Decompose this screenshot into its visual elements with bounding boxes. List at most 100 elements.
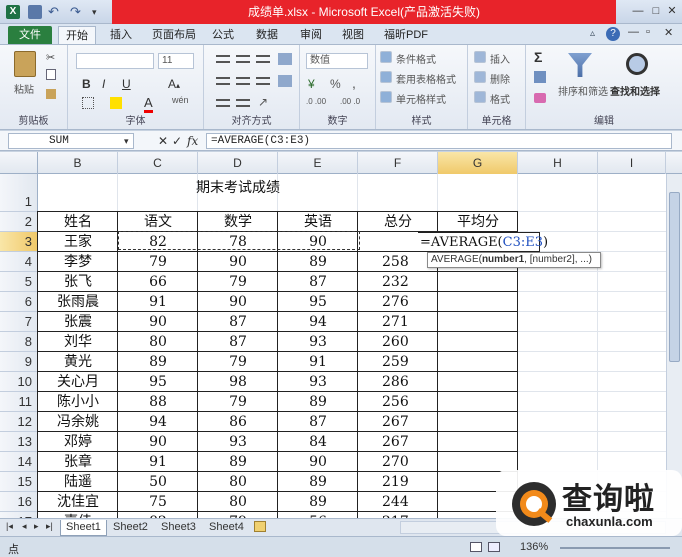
score-cell[interactable]: 95 xyxy=(118,372,198,392)
merge-center-icon[interactable] xyxy=(278,75,292,87)
name-cell[interactable]: 张震 xyxy=(38,312,118,332)
name-cell[interactable]: 关心月 xyxy=(38,372,118,392)
autosum-icon[interactable]: Σ xyxy=(534,49,542,65)
font-color-button[interactable]: A xyxy=(144,95,153,113)
insert-button[interactable]: 插入 xyxy=(490,51,510,66)
score-cell[interactable]: 80 xyxy=(118,332,198,352)
row-header-16[interactable]: 16 xyxy=(0,492,38,512)
align-right-icon[interactable] xyxy=(256,77,270,85)
fill-icon[interactable] xyxy=(534,71,546,83)
score-cell[interactable]: 86 xyxy=(198,412,278,432)
score-cell[interactable]: 80 xyxy=(198,472,278,492)
score-cell[interactable]: 232 xyxy=(358,272,438,292)
score-cell[interactable]: 94 xyxy=(278,312,358,332)
score-cell[interactable]: 87 xyxy=(198,332,278,352)
tab-view[interactable]: 视图 xyxy=(334,26,372,44)
header-cell[interactable]: 语文 xyxy=(118,212,198,232)
paste-icon[interactable] xyxy=(14,51,36,77)
score-cell[interactable]: 89 xyxy=(278,392,358,412)
minimize-button[interactable]: — xyxy=(628,3,648,19)
header-cell[interactable]: 平均分 xyxy=(438,212,518,232)
close-button[interactable]: ✕ xyxy=(662,3,682,19)
score-cell[interactable]: 93 xyxy=(198,432,278,452)
name-cell[interactable]: 沈佳宜 xyxy=(38,492,118,512)
tab-home[interactable]: 开始 xyxy=(58,26,96,44)
find-select-button[interactable]: 查找和选择 xyxy=(610,83,660,98)
grow-font-icon[interactable]: A▴ xyxy=(168,77,180,91)
score-cell[interactable]: 276 xyxy=(358,292,438,312)
column-header-d[interactable]: D xyxy=(198,152,278,174)
row-header-14[interactable]: 14 xyxy=(0,452,38,472)
new-sheet-icon[interactable] xyxy=(254,521,266,532)
cut-icon[interactable]: ✂ xyxy=(46,51,55,64)
last-sheet-icon[interactable]: ▸| xyxy=(46,521,53,532)
cancel-icon[interactable]: ✕ xyxy=(158,133,168,149)
score-cell[interactable]: 98 xyxy=(198,372,278,392)
score-cell[interactable]: 260 xyxy=(358,332,438,352)
select-all-corner[interactable] xyxy=(0,152,38,174)
name-cell[interactable]: 张章 xyxy=(38,452,118,472)
score-cell[interactable]: 286 xyxy=(358,372,438,392)
row-header-9[interactable]: 9 xyxy=(0,352,38,372)
tab-data[interactable]: 数据 xyxy=(248,26,286,44)
score-cell[interactable]: 66 xyxy=(118,272,198,292)
percent-button[interactable]: % xyxy=(330,77,341,91)
header-cell[interactable]: 总分 xyxy=(358,212,438,232)
copy-icon[interactable] xyxy=(46,69,56,80)
tab-insert[interactable]: 插入 xyxy=(102,26,140,44)
zoom-slider[interactable] xyxy=(560,547,670,549)
column-header-g[interactable]: G xyxy=(438,152,518,174)
row-header-1[interactable]: 1 xyxy=(0,174,38,212)
redo-icon[interactable]: ↷ xyxy=(70,5,84,19)
sheet-tab-sheet1[interactable]: Sheet1 xyxy=(60,520,107,536)
score-cell[interactable]: 90 xyxy=(278,452,358,472)
score-cell[interactable]: 88 xyxy=(118,392,198,412)
formula-input[interactable]: =AVERAGE(C3:E3) xyxy=(206,133,672,149)
clear-icon[interactable] xyxy=(534,93,546,103)
increase-decimal-button[interactable]: .0 .00 xyxy=(306,97,326,106)
score-cell[interactable]: 90 xyxy=(278,232,358,252)
score-cell[interactable]: 89 xyxy=(118,352,198,372)
doc-minimize-button[interactable]: — xyxy=(628,26,639,38)
increase-indent-icon[interactable] xyxy=(236,99,250,107)
tab-foxit-pdf[interactable]: 福昕PDF xyxy=(376,26,436,44)
doc-close-button[interactable]: ✕ xyxy=(664,26,673,39)
column-header-i[interactable]: I xyxy=(598,152,666,174)
score-cell[interactable]: 90 xyxy=(198,292,278,312)
prev-sheet-icon[interactable]: ◂ xyxy=(22,521,27,532)
decrease-decimal-button[interactable]: .00 .0 xyxy=(340,97,360,106)
name-box-dropdown-icon[interactable]: ▾ xyxy=(124,133,129,149)
undo-icon[interactable]: ↶ xyxy=(48,5,62,19)
fill-color-icon[interactable] xyxy=(110,97,122,109)
row-header-15[interactable]: 15 xyxy=(0,472,38,492)
name-cell[interactable]: 黄光 xyxy=(38,352,118,372)
tab-page-layout[interactable]: 页面布局 xyxy=(144,26,204,44)
sheet-tab-sheet4[interactable]: Sheet4 xyxy=(204,520,249,536)
score-cell[interactable]: 93 xyxy=(278,372,358,392)
score-cell[interactable]: 95 xyxy=(278,292,358,312)
align-center-icon[interactable] xyxy=(236,77,250,85)
score-cell[interactable]: 87 xyxy=(278,412,358,432)
borders-icon[interactable] xyxy=(82,97,94,109)
tab-file[interactable]: 文件 xyxy=(8,26,52,44)
score-cell[interactable]: 267 xyxy=(358,432,438,452)
score-cell[interactable]: 91 xyxy=(278,352,358,372)
tab-review[interactable]: 审阅 xyxy=(292,26,330,44)
score-cell[interactable]: 91 xyxy=(118,452,198,472)
zoom-level[interactable]: 136% xyxy=(520,541,548,553)
score-cell[interactable]: 90 xyxy=(118,312,198,332)
sort-filter-button[interactable]: 排序和筛选 xyxy=(558,83,608,98)
delete-button[interactable]: 删除 xyxy=(490,71,510,86)
name-cell[interactable]: 王家 xyxy=(38,232,118,252)
help-icon[interactable]: ? xyxy=(606,27,620,41)
score-cell[interactable]: 82 xyxy=(118,232,198,252)
column-header-b[interactable]: B xyxy=(38,152,118,174)
score-cell[interactable]: 75 xyxy=(118,492,198,512)
column-header-c[interactable]: C xyxy=(118,152,198,174)
row-header-2[interactable]: 2 xyxy=(0,212,38,232)
font-size-combo[interactable]: 11 xyxy=(158,53,194,69)
align-middle-icon[interactable] xyxy=(236,55,250,63)
score-cell[interactable]: 50 xyxy=(118,472,198,492)
currency-icon[interactable]: ¥ xyxy=(308,77,315,91)
score-cell[interactable]: 271 xyxy=(358,312,438,332)
